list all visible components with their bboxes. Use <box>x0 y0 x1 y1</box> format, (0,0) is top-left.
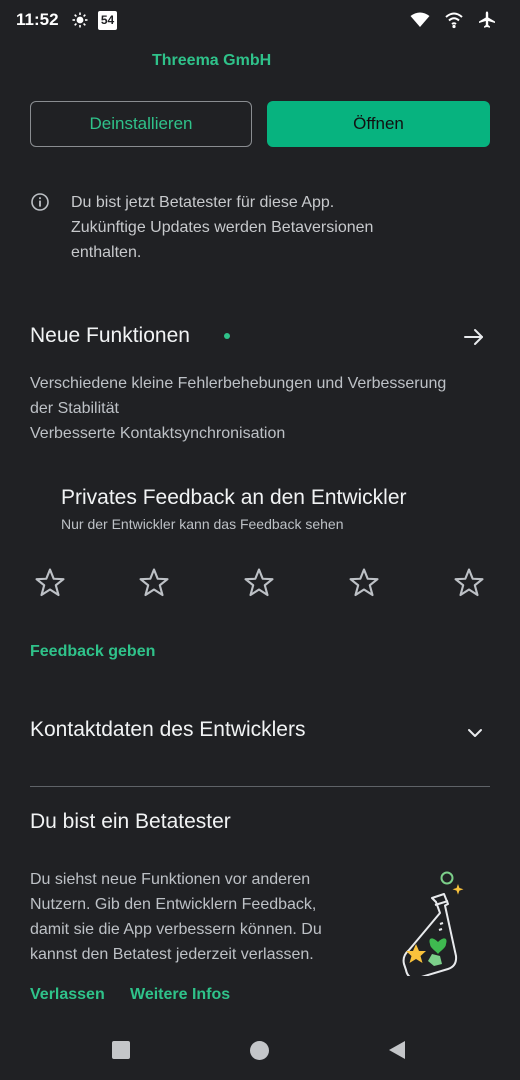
whats-new-line: Verschiedene kleine Fehlerbehebungen und… <box>30 375 447 392</box>
whats-new-line: Verbesserte Kontaktsynchronisation <box>30 425 286 442</box>
airplane-icon <box>478 11 496 34</box>
beta-section-line: Nutzern. Gib den Entwicklern Feedback, <box>30 896 317 913</box>
beta-notice-text: Du bist jetzt Betatester für diese App. … <box>71 190 471 265</box>
star-icon[interactable] <box>347 566 381 605</box>
beta-section-title: Du bist ein Betatester <box>30 810 231 833</box>
brightness-icon <box>72 12 88 33</box>
wifi-icon <box>410 12 430 33</box>
status-icons <box>410 11 496 34</box>
status-time: 11:52 <box>16 10 59 29</box>
uninstall-button[interactable]: Deinstallieren <box>30 101 252 147</box>
private-feedback-subtitle: Nur der Entwickler kann das Feedback seh… <box>61 516 344 532</box>
give-feedback-link[interactable]: Feedback geben <box>30 643 155 661</box>
developer-name-link[interactable]: Threema GmbH <box>152 52 271 70</box>
star-icon[interactable] <box>452 566 486 605</box>
beta-section-line: damit sie die App verbessern können. Du <box>30 921 322 938</box>
star-icon[interactable] <box>137 566 171 605</box>
system-navigation-bar <box>0 1022 520 1080</box>
star-icon[interactable] <box>33 566 67 605</box>
recents-button[interactable] <box>112 1041 130 1059</box>
beta-flask-icon <box>392 868 470 981</box>
beta-section-body: Du siehst neue Funktionen vor anderen Nu… <box>30 867 360 967</box>
arrow-right-icon[interactable] <box>462 325 486 354</box>
more-info-link[interactable]: Weitere Infos <box>130 986 230 1004</box>
beta-section-line: kannst den Betatest jederzeit verlassen. <box>30 946 314 963</box>
notification-badge: 54 <box>98 11 117 30</box>
open-button[interactable]: Öffnen <box>267 101 490 147</box>
beta-notice-line: enthalten. <box>71 244 142 261</box>
star-rating <box>0 566 520 606</box>
back-button[interactable] <box>387 1039 407 1066</box>
whats-new-title[interactable]: Neue Funktionen <box>30 324 190 348</box>
beta-notice-line: Du bist jetzt Betatester für diese App. <box>71 194 335 211</box>
developer-contact-title[interactable]: Kontaktdaten des Entwicklers <box>30 718 305 742</box>
chevron-down-icon[interactable] <box>464 722 486 749</box>
whats-new-line: der Stabilität <box>30 400 119 417</box>
beta-notice-line: Zukünftige Updates werden Betaversionen <box>71 219 374 236</box>
star-icon[interactable] <box>242 566 276 605</box>
status-bar: 11:52 54 <box>0 0 520 42</box>
leave-beta-link[interactable]: Verlassen <box>30 986 105 1004</box>
section-divider <box>30 786 490 787</box>
hotspot-icon <box>444 11 464 34</box>
info-icon <box>30 192 50 217</box>
whats-new-body: Verschiedene kleine Fehlerbehebungen und… <box>30 371 500 446</box>
beta-section-line: Du siehst neue Funktionen vor anderen <box>30 871 311 888</box>
new-indicator-dot <box>224 333 230 339</box>
home-button[interactable] <box>250 1041 269 1060</box>
private-feedback-title: Privates Feedback an den Entwickler <box>61 486 407 509</box>
